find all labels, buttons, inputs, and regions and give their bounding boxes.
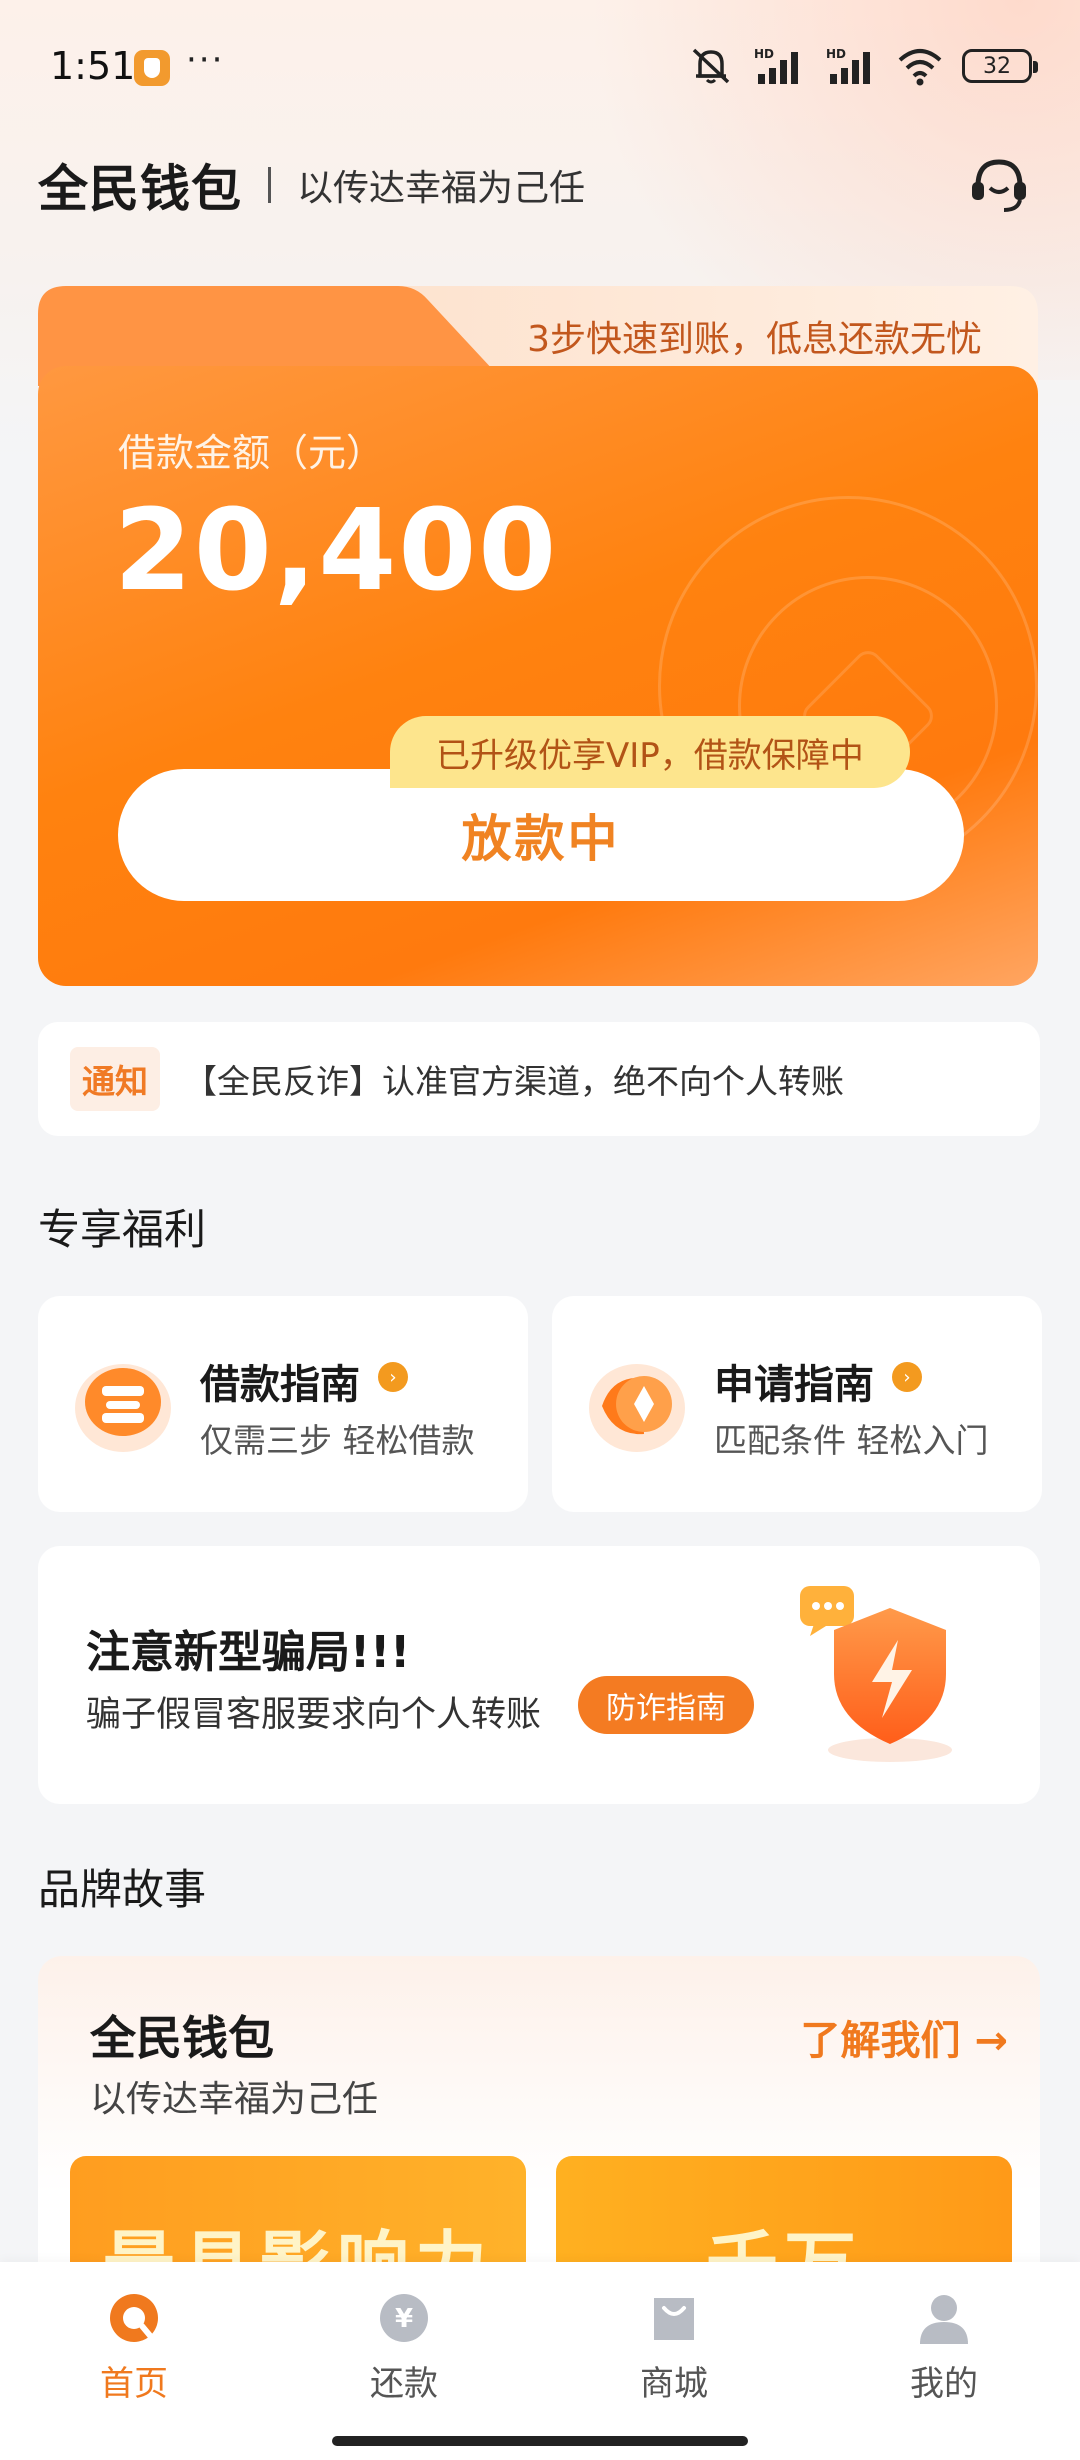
wifi-icon (898, 49, 942, 86)
loan-guide-card[interactable]: 借款指南 › 仅需三步 轻松借款 (38, 1296, 528, 1512)
nav-label-profile: 我的 (910, 2364, 978, 2404)
loan-guide-title: 借款指南 (200, 1362, 360, 1408)
loan-guide-icon (75, 1364, 171, 1452)
svg-text:HD: HD (754, 47, 774, 61)
amount-label: 借款金额（元） (118, 431, 385, 475)
battery-icon: 32 (962, 49, 1038, 83)
welfare-section-title: 专享福利 (38, 1205, 207, 1254)
mute-icon (692, 48, 730, 84)
apply-guide-subtitle: 匹配条件 轻松入门 (714, 1421, 989, 1460)
header-divider (268, 167, 271, 203)
more-notifications-icon: ··· (186, 40, 225, 80)
mall-icon (654, 2298, 694, 2340)
loan-guide-subtitle: 仅需三步 轻松借款 (200, 1421, 475, 1460)
signal-hd-icon: HD (754, 47, 798, 84)
brand-story-title: 全民钱包 (90, 2011, 274, 2065)
signal-hd-icon-2: HD (826, 47, 870, 84)
home-icon (110, 2294, 158, 2342)
nav-item-home[interactable]: 首页 (34, 2290, 234, 2410)
nav-item-mall[interactable]: 商城 (574, 2290, 774, 2410)
loan-hero-card: 3步快速到账，低息还款无忧 借款金额（元） 20,400 已升级优享VIP，借款… (38, 286, 1038, 986)
vip-tag: 已升级优享VIP，借款保障中 (390, 716, 910, 788)
shield-icon (800, 1586, 952, 1762)
chevron-right-icon: › (892, 1362, 922, 1392)
anti-fraud-card[interactable]: 注意新型骗局!!! 骗子假冒客服要求向个人转账 防诈指南 (38, 1546, 1040, 1804)
hero-badge: 3步快速到账，低息还款无忧 (527, 319, 982, 360)
svg-text:HD: HD (826, 47, 846, 61)
bottom-navigation: 首页 ¥ 还款 商城 我的 (0, 2262, 1080, 2460)
apply-guide-title: 申请指南 (714, 1362, 874, 1408)
home-indicator[interactable] (332, 2436, 748, 2446)
loan-status-button[interactable]: 放款中 (118, 769, 964, 901)
notification-app-icon (134, 50, 170, 86)
brand-slogan: 以传达幸福为己任 (297, 168, 586, 209)
notice-bar[interactable]: 通知 【全民反诈】认准官方渠道，绝不向个人转账 (38, 1022, 1040, 1136)
apply-guide-icon (589, 1364, 685, 1452)
fraud-title: 注意新型骗局!!! (86, 1627, 411, 1678)
battery-level: 32 (983, 53, 1011, 79)
nav-label-repay: 还款 (370, 2364, 438, 2404)
customer-service-icon[interactable] (964, 150, 1034, 220)
about-us-link[interactable]: 了解我们 → (801, 2008, 1008, 2066)
apply-guide-card[interactable]: 申请指南 › 匹配条件 轻松入门 (552, 1296, 1042, 1512)
nav-item-repay[interactable]: ¥ 还款 (304, 2290, 504, 2410)
brand-title: 全民钱包 (38, 160, 242, 218)
status-icons: HD HD 32 (688, 44, 1038, 88)
loan-amount: 20,400 (114, 486, 559, 616)
anti-fraud-guide-button[interactable]: 防诈指南 (578, 1676, 754, 1734)
status-time: 1:51 (50, 44, 136, 88)
profile-icon (920, 2295, 968, 2344)
brand-story-subtitle: 以传达幸福为己任 (90, 2079, 379, 2120)
brand-section-title: 品牌故事 (38, 1865, 207, 1914)
svg-text:¥: ¥ (395, 2304, 413, 2334)
notice-text: 【全民反诈】认准官方渠道，绝不向个人转账 (184, 1062, 844, 1101)
nav-item-profile[interactable]: 我的 (844, 2290, 1044, 2410)
status-bar: 1:51 ··· HD HD 32 (0, 0, 1080, 130)
repay-icon: ¥ (380, 2294, 428, 2342)
chevron-right-icon: › (378, 1362, 408, 1392)
nav-label-mall: 商城 (640, 2364, 708, 2404)
brand-story-card: 全民钱包 以传达幸福为己任 了解我们 → 最具影响力 千万 (38, 1956, 1040, 2296)
notice-tag: 通知 (70, 1047, 160, 1111)
nav-label-home: 首页 (100, 2364, 168, 2404)
app-header: 全民钱包 以传达幸福为己任 (38, 150, 585, 220)
fraud-description: 骗子假冒客服要求向个人转账 (86, 1695, 542, 1735)
